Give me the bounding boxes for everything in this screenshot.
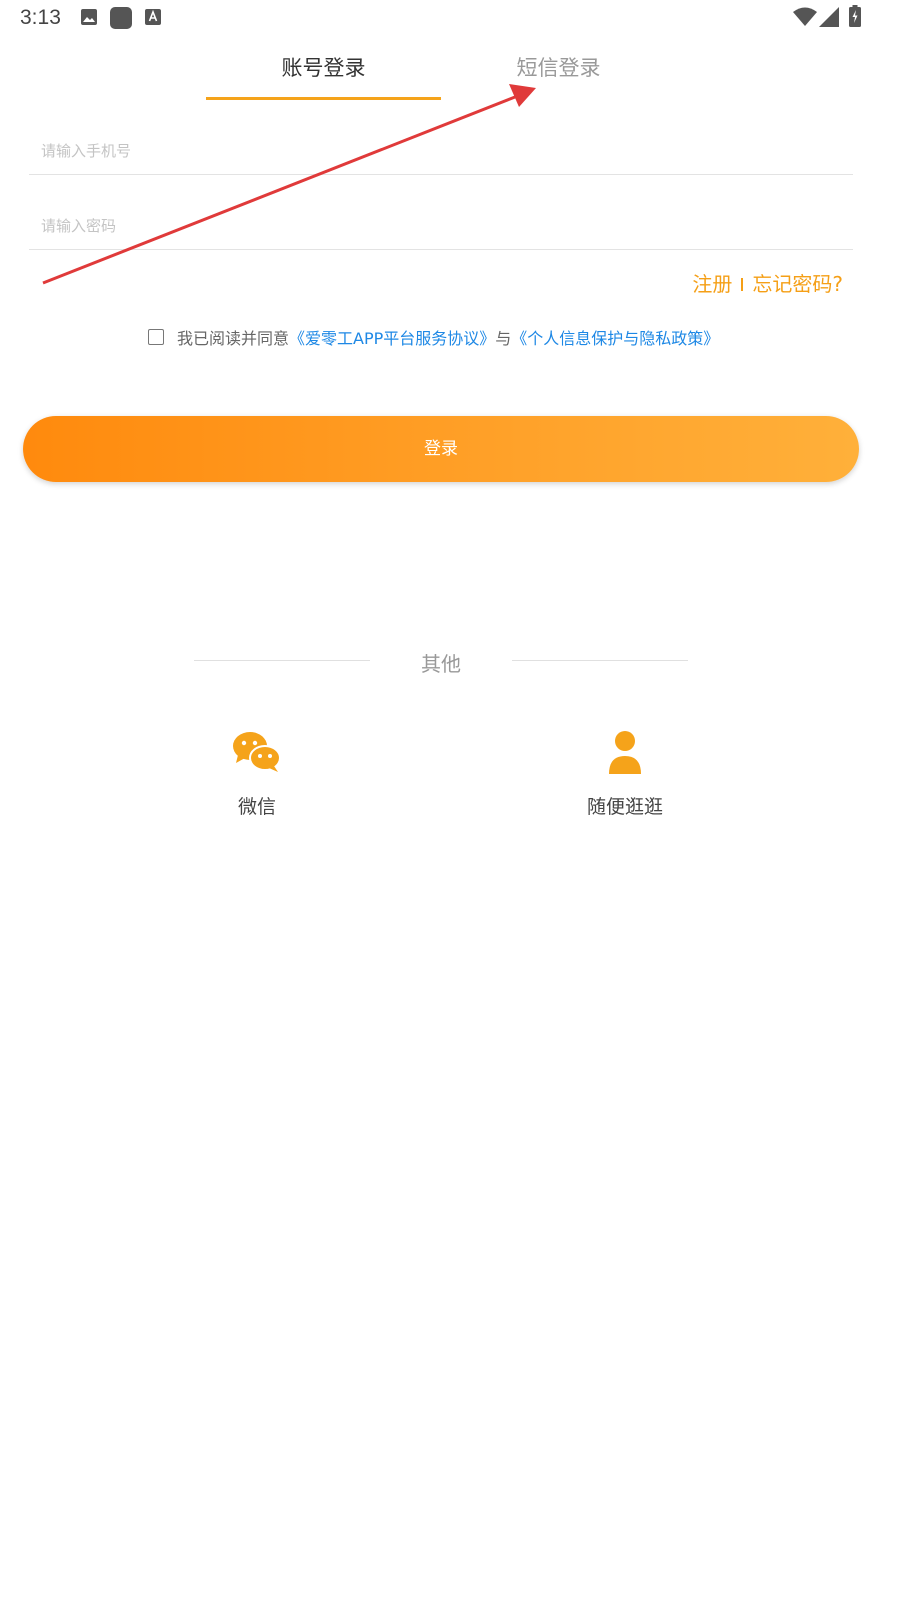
browse-as-guest-button[interactable]: 随便逛逛 (565, 730, 685, 819)
login-page: 3:13 账号登录 短信登录 注册忘记 (0, 0, 900, 1600)
register-link[interactable]: 注册 (692, 272, 732, 296)
signal-icon (819, 7, 839, 27)
battery-charging-icon (849, 5, 861, 27)
account-links: 注册 忘记密码? (692, 268, 843, 297)
agreement-prefix: 我已阅读并同意 (177, 329, 290, 348)
tab-active-indicator (206, 97, 441, 100)
agreement-conjunction: 与 (495, 329, 512, 348)
status-bar: 3:13 (0, 0, 900, 36)
phone-field (29, 124, 853, 175)
password-input[interactable] (41, 211, 831, 241)
login-button[interactable]: 登录 (23, 416, 859, 482)
tab-sms-login[interactable]: 短信登录 (441, 52, 676, 92)
link-separator (741, 278, 744, 291)
forgot-password-link[interactable]: 忘记密码? (752, 272, 843, 296)
wifi-icon (793, 7, 817, 26)
agreement-checkbox[interactable] (148, 329, 164, 345)
user-icon (609, 731, 641, 774)
other-label: 其他 (421, 652, 461, 676)
tab-account-login[interactable]: 账号登录 (206, 52, 441, 92)
divider-right (512, 660, 688, 661)
phone-input[interactable] (41, 136, 831, 166)
app-notification-icon (110, 7, 132, 29)
password-field (29, 199, 853, 250)
wechat-icon (233, 732, 281, 772)
wechat-label: 微信 (237, 796, 276, 818)
status-time: 3:13 (20, 6, 61, 29)
privacy-policy-link[interactable]: 《个人信息保护与隐私政策》 (511, 325, 719, 349)
browse-label: 随便逛逛 (586, 796, 663, 818)
wechat-login-button[interactable]: 微信 (197, 730, 317, 819)
divider-left (194, 660, 370, 661)
gallery-notification-icon (81, 9, 97, 25)
keyboard-notification-icon (145, 9, 161, 25)
service-agreement-link[interactable]: 《爱零工APP平台服务协议》 (289, 325, 495, 349)
agreement-row: 我已阅读并同意 《爱零工APP平台服务协议》 与 《个人信息保护与隐私政策》 (148, 324, 719, 350)
